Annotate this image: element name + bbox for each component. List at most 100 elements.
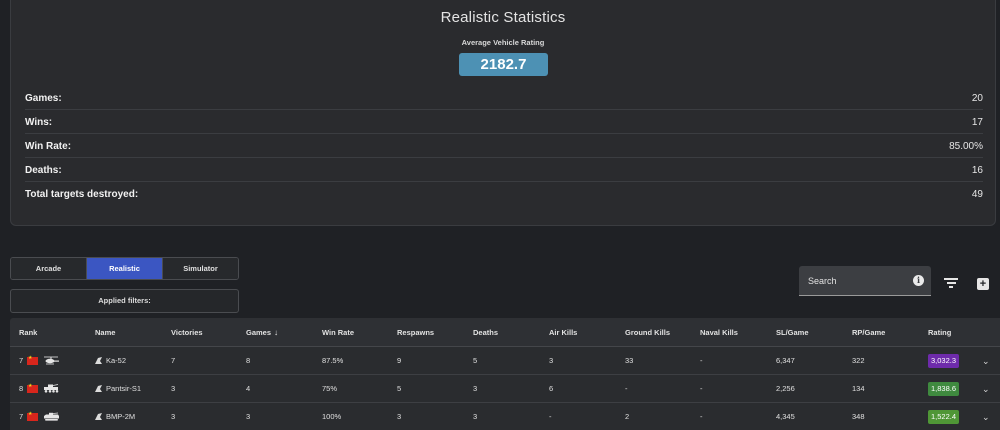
stat-value: 17 [971, 116, 983, 128]
stat-label: Deaths: [25, 164, 62, 176]
col-deaths[interactable]: Deaths [473, 318, 498, 347]
col-naval-kills[interactable]: Naval Kills [700, 318, 738, 347]
rating-badge: 1,522.4 [928, 410, 960, 424]
stat-value: 49 [971, 188, 983, 200]
flag-icon [27, 383, 38, 393]
stat-row-wins: Wins: 17 [25, 110, 983, 134]
cell-rank: 7 [19, 356, 24, 365]
add-icon[interactable]: + [977, 278, 989, 290]
avr-value-badge: 2182.7 [459, 53, 548, 76]
cell-naval-kills: - [700, 384, 703, 393]
tab-realistic[interactable]: Realistic [87, 258, 163, 279]
col-ground-kills[interactable]: Ground Kills [625, 318, 670, 347]
stat-label: Total targets destroyed: [25, 188, 139, 200]
cell-respawns: 9 [397, 356, 402, 365]
cell-games: 4 [246, 384, 251, 393]
ifv-icon [44, 412, 59, 421]
vehicle-type-icon [95, 385, 102, 392]
cell-naval-kills: - [700, 412, 703, 421]
chevron-down-icon[interactable]: ⌄ [982, 347, 990, 375]
cell-victories: 3 [171, 412, 176, 421]
col-win-rate[interactable]: Win Rate [322, 318, 354, 347]
stats-title: Realistic Statistics [440, 9, 566, 26]
table-header: Rank Name Victories Games ↓ Win Rate Resp… [10, 318, 1000, 347]
avr-label: Average Vehicle Rating [461, 38, 545, 47]
col-air-kills[interactable]: Air Kills [549, 318, 577, 347]
cell-respawns: 3 [397, 412, 402, 421]
stat-value: 20 [971, 92, 983, 104]
cell-air-kills: - [549, 412, 552, 421]
cell-rank: 7 [19, 412, 24, 421]
col-rating[interactable]: Rating [928, 318, 951, 347]
search-placeholder: Search [808, 276, 837, 286]
cell-air-kills: 3 [549, 356, 554, 365]
cell-sl-game: 6,347 [776, 356, 795, 365]
cell-rp-game: 134 [852, 384, 865, 393]
table-row[interactable]: 7 BMP-2M 3 3 100% 3 3 - 2 - 4,345 348 1,… [10, 403, 1000, 430]
applied-filters[interactable]: Applied filters: [10, 289, 239, 313]
col-victories[interactable]: Victories [171, 318, 203, 347]
cell-victories: 7 [171, 356, 176, 365]
stat-value: 85.00% [949, 140, 983, 152]
col-respawns[interactable]: Respawns [397, 318, 434, 347]
tab-arcade[interactable]: Arcade [11, 258, 87, 279]
cell-naval-kills: - [700, 356, 703, 365]
col-name[interactable]: Name [95, 318, 115, 347]
cell-deaths: 3 [473, 412, 478, 421]
cell-name[interactable]: BMP-2M [106, 403, 135, 430]
vehicle-type-icon [95, 357, 102, 364]
stat-row-games: Games: 20 [25, 86, 983, 110]
cell-ground-kills: 2 [625, 412, 630, 421]
col-rp-game[interactable]: RP/Game [852, 318, 885, 347]
cell-deaths: 3 [473, 384, 478, 393]
table-row[interactable]: 7 Ka-52 7 8 87.5% 9 5 3 33 - 6,347 322 3… [10, 347, 1000, 375]
vehicle-table: Rank Name Victories Games ↓ Win Rate Resp… [10, 318, 1000, 430]
col-games[interactable]: Games ↓ [246, 318, 278, 347]
table-row[interactable]: 8 Pantsir-S1 3 4 75% 5 3 6 - - 2,256 134… [10, 375, 1000, 403]
mode-tabs: Arcade Realistic Simulator [10, 257, 239, 280]
filter-icon[interactable] [944, 278, 958, 290]
cell-win-rate: 87.5% [322, 356, 344, 365]
cell-ground-kills: - [625, 384, 628, 393]
cell-air-kills: 6 [549, 384, 554, 393]
stat-row-deaths: Deaths: 16 [25, 158, 983, 182]
cell-games: 8 [246, 356, 251, 365]
tab-simulator[interactable]: Simulator [163, 258, 238, 279]
chevron-down-icon[interactable]: ⌄ [982, 375, 990, 403]
cell-deaths: 5 [473, 356, 478, 365]
col-games-label: Games [246, 328, 272, 337]
stat-row-targets: Total targets destroyed: 49 [25, 182, 983, 206]
stat-label: Wins: [25, 116, 53, 128]
stat-value: 16 [971, 164, 983, 176]
search-input[interactable]: Search i [799, 266, 931, 296]
sort-down-icon: ↓ [274, 328, 279, 337]
cell-ground-kills: 33 [625, 356, 634, 365]
cell-rp-game: 322 [852, 356, 865, 365]
col-sl-game[interactable]: SL/Game [776, 318, 809, 347]
cell-games: 3 [246, 412, 251, 421]
flag-icon [27, 411, 38, 421]
stats-card: Realistic Statistics Average Vehicle Rat… [10, 0, 996, 226]
stat-row-win-rate: Win Rate: 85.00% [25, 134, 983, 158]
vehicle-type-icon [95, 413, 102, 420]
helicopter-icon [44, 356, 59, 365]
cell-sl-game: 2,256 [776, 384, 795, 393]
spaa-truck-icon [44, 384, 59, 393]
chevron-down-icon[interactable]: ⌄ [982, 403, 990, 430]
stat-label: Games: [25, 92, 62, 104]
cell-victories: 3 [171, 384, 176, 393]
cell-respawns: 5 [397, 384, 402, 393]
cell-rank: 8 [19, 384, 24, 393]
stat-label: Win Rate: [25, 140, 72, 152]
col-rank[interactable]: Rank [19, 318, 37, 347]
cell-name[interactable]: Ka-52 [106, 347, 126, 375]
rating-badge: 3,032.3 [928, 354, 960, 368]
cell-win-rate: 75% [322, 384, 338, 393]
cell-sl-game: 4,345 [776, 412, 795, 421]
cell-rp-game: 348 [852, 412, 865, 421]
cell-name[interactable]: Pantsir-S1 [106, 375, 141, 403]
flag-icon [27, 355, 38, 365]
cell-win-rate: 100% [322, 412, 342, 421]
rating-badge: 1,838.6 [928, 382, 960, 396]
info-icon[interactable]: i [913, 275, 924, 286]
